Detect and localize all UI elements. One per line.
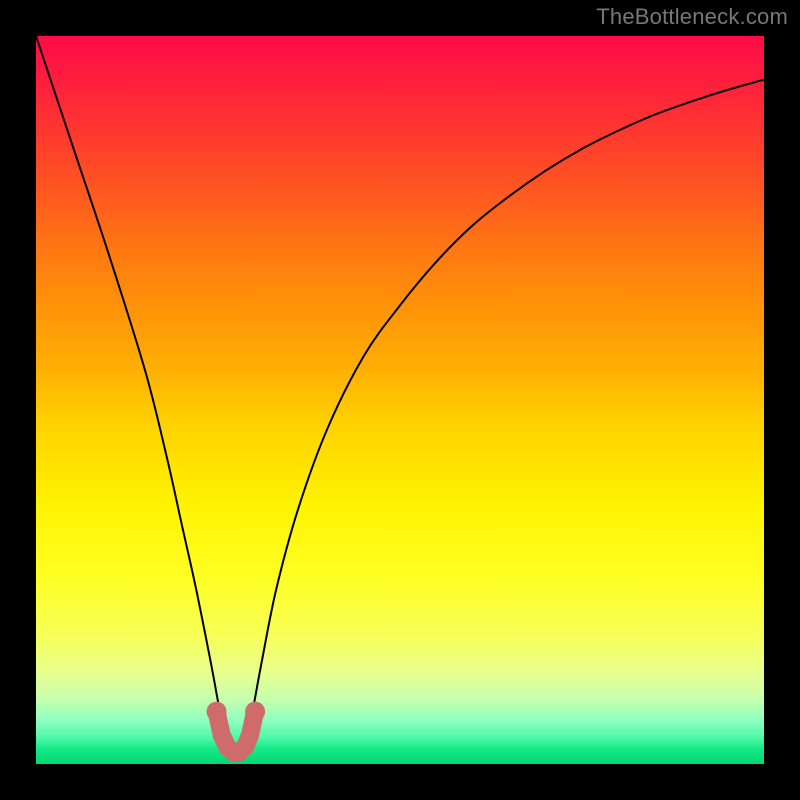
- watermark-text: TheBottleneck.com: [596, 4, 788, 30]
- highlight-marker: [207, 702, 266, 762]
- curve-layer: [36, 36, 764, 764]
- bottleneck-curve: [36, 36, 764, 754]
- plot-area: [36, 36, 764, 764]
- highlight-marker-dot: [207, 702, 227, 722]
- highlight-marker-dot: [245, 702, 265, 722]
- curve-svg: [36, 36, 764, 764]
- highlight-marker-dot: [241, 726, 259, 744]
- chart-frame: TheBottleneck.com: [0, 0, 800, 800]
